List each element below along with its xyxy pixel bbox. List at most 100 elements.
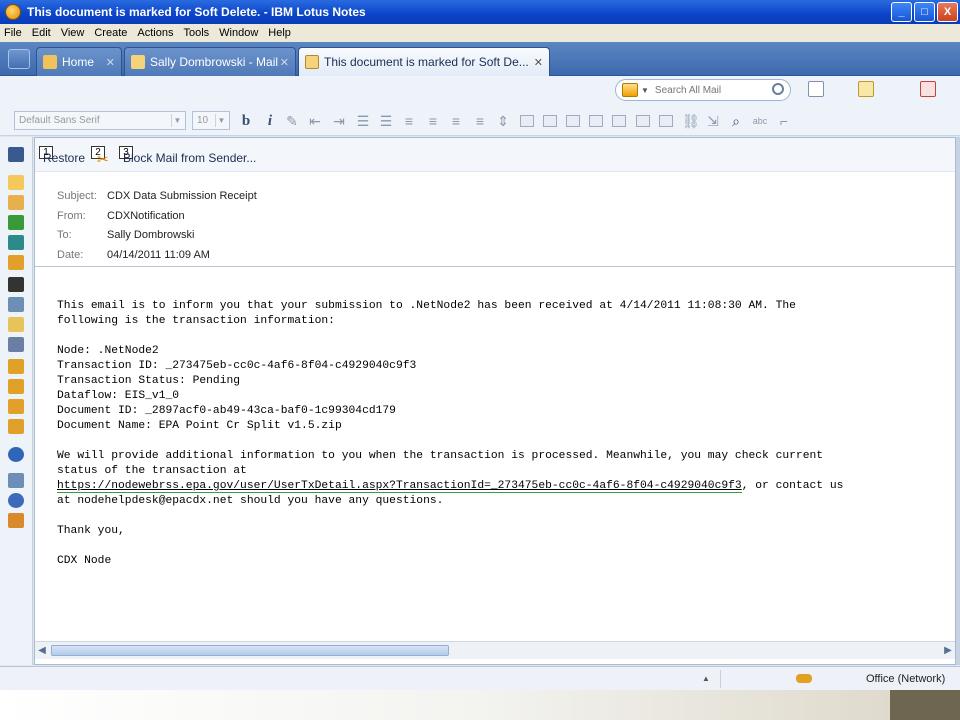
block-mail-button[interactable]: Block Mail from Sender... (123, 151, 256, 165)
search-icon[interactable] (772, 83, 784, 95)
tab-mail-label: Sally Dombrowski - Mail (150, 55, 279, 69)
find-icon[interactable]: ⌕ (728, 113, 744, 129)
scrollbar-thumb[interactable] (51, 645, 449, 656)
spellcheck-icon[interactable]: abc (752, 113, 768, 129)
minimize-button[interactable]: _ (891, 2, 912, 22)
document-icon (305, 55, 319, 69)
chevron-down-icon[interactable]: ▼ (641, 86, 649, 95)
bullet-list-icon[interactable]: ☰ (355, 113, 371, 129)
node-line: Node: .NetNode2 (57, 345, 159, 357)
tab-home[interactable]: Home ✕ (36, 47, 122, 76)
font-dropdown-icon[interactable]: ▼ (171, 114, 183, 127)
insert-column-icon[interactable] (566, 115, 580, 127)
highlight-icon[interactable]: ✎ (284, 113, 300, 129)
message-body: This email is to inform you that your su… (57, 284, 947, 599)
link-icon[interactable]: ⛓ (682, 113, 700, 129)
home-icon[interactable] (8, 513, 24, 528)
body-line: following is the transaction information… (57, 315, 335, 327)
horizontal-scrollbar[interactable]: ◀ ▶ (35, 641, 955, 659)
left-icon-rail (0, 137, 33, 665)
status-arrow-icon[interactable]: ▲ (702, 674, 710, 683)
numbered-list-icon[interactable]: ☰ (378, 113, 394, 129)
menu-tools[interactable]: Tools (183, 27, 209, 39)
folder-icon[interactable] (8, 419, 24, 434)
font-select[interactable]: Default Sans Serif ▼ (14, 111, 186, 130)
open-list-icon[interactable] (8, 49, 30, 69)
align-justify-icon[interactable]: ≡ (425, 113, 441, 129)
menu-create[interactable]: Create (94, 27, 127, 39)
scroll-right-icon[interactable]: ▶ (941, 644, 955, 658)
mail-icon[interactable] (8, 175, 24, 190)
scroll-left-icon[interactable]: ◀ (35, 644, 49, 658)
menu-actions[interactable]: Actions (137, 27, 173, 39)
key-icon[interactable] (796, 674, 812, 683)
todo-icon[interactable] (8, 215, 24, 230)
folder-icon[interactable] (8, 255, 24, 270)
calendar-icon[interactable] (8, 195, 24, 210)
align-left-icon[interactable]: ≡ (448, 113, 464, 129)
binoculars-icon[interactable] (8, 147, 24, 162)
size-dropdown-icon[interactable]: ▼ (215, 114, 227, 127)
delete-column-icon[interactable] (612, 115, 626, 127)
from-value[interactable]: CDXNotification (107, 210, 185, 222)
increase-indent-icon[interactable]: ⇥ (331, 113, 347, 129)
globe-icon[interactable] (8, 447, 24, 462)
align-center-icon[interactable]: ≡ (401, 113, 417, 129)
to-value[interactable]: Sally Dombrowski (107, 229, 194, 241)
help-icon[interactable] (8, 493, 24, 508)
insert-row-icon[interactable] (543, 115, 557, 127)
decrease-indent-icon[interactable]: ⇤ (307, 113, 323, 129)
align-right-icon[interactable]: ≡ (472, 113, 488, 129)
lotus-notes-app-icon[interactable] (5, 4, 21, 20)
menu-file[interactable]: File (4, 27, 22, 39)
close-button[interactable]: X (937, 2, 958, 22)
bold-button[interactable]: b (238, 113, 254, 129)
folder-icon[interactable] (8, 379, 24, 394)
italic-button[interactable]: i (262, 113, 278, 129)
from-label: From: (57, 210, 86, 222)
tab-mail-close-icon[interactable]: ✕ (280, 56, 289, 69)
subject-value: CDX Data Submission Receipt (107, 190, 257, 202)
menu-window[interactable]: Window (219, 27, 258, 39)
menu-view[interactable]: View (61, 27, 85, 39)
table-icon[interactable] (520, 115, 534, 127)
document-pane: 1 Restore 2 ✂ 3 Block Mail from Sender..… (34, 137, 956, 665)
tab-document-close-icon[interactable]: ✕ (534, 56, 543, 69)
search-scope-icon[interactable] (622, 83, 638, 97)
menu-edit[interactable]: Edit (32, 27, 51, 39)
scissors-icon[interactable]: ✂ (97, 152, 112, 166)
display-icon[interactable] (8, 337, 24, 352)
transaction-detail-link[interactable]: https://nodewebrss.epa.gov/user/UserTxDe… (57, 480, 742, 493)
location-status[interactable]: Office (Network) (866, 673, 945, 685)
delete-icon[interactable] (920, 81, 936, 97)
tab-home-close-icon[interactable]: ✕ (106, 56, 115, 69)
ruler-icon[interactable]: ⌐ (776, 113, 792, 129)
split-cell-icon[interactable] (636, 115, 650, 127)
new-memo-icon[interactable] (858, 81, 874, 97)
delete-row-icon[interactable] (589, 115, 603, 127)
line-spacing-icon[interactable]: ⇕ (495, 113, 511, 129)
sametime-icon[interactable] (8, 277, 24, 292)
replicate-icon[interactable] (8, 473, 24, 488)
activities-icon[interactable] (8, 317, 24, 332)
menu-help[interactable]: Help (268, 27, 291, 39)
right-edge-handle[interactable] (956, 137, 960, 665)
view-options-icon[interactable] (808, 81, 824, 97)
folder-icon[interactable] (8, 359, 24, 374)
restore-button[interactable]: Restore (43, 151, 85, 165)
signature-line: CDX Node (57, 555, 112, 567)
title-bar: This document is marked for Soft Delete.… (0, 0, 960, 24)
search-input[interactable] (654, 84, 767, 96)
body-line: We will provide additional information t… (57, 450, 824, 462)
font-size-select[interactable]: 10 ▼ (192, 111, 230, 130)
tab-mail[interactable]: Sally Dombrowski - Mail ✕ (124, 47, 296, 76)
maximize-button[interactable]: □ (914, 2, 935, 22)
notebook-icon[interactable] (8, 297, 24, 312)
tab-document[interactable]: This document is marked for Soft De... ✕ (298, 47, 550, 76)
insert-icon[interactable]: ⇲ (705, 113, 721, 129)
search-box[interactable]: ▼ (615, 79, 791, 101)
merge-cell-icon[interactable] (659, 115, 673, 127)
contacts-icon[interactable] (8, 235, 24, 250)
folder-icon[interactable] (8, 399, 24, 414)
document-id-line: Document ID: _2897acf0-ab49-43ca-baf0-1c… (57, 405, 396, 417)
